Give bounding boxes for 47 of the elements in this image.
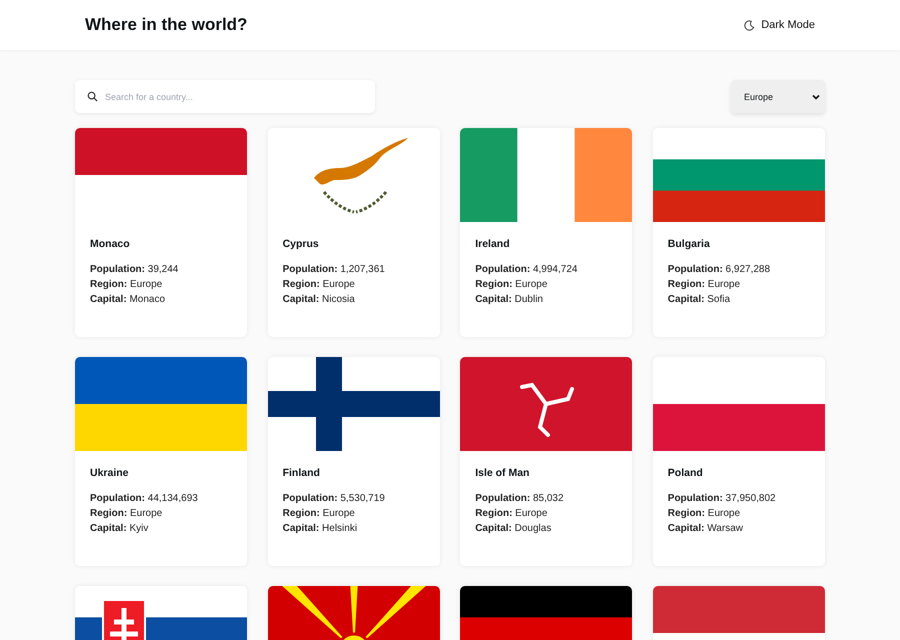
capital-text: Capital: Douglas	[475, 522, 552, 536]
site-title: Where in the world?	[85, 15, 248, 35]
country-card[interactable]: Finland Population: 5,530,719 Region: Europe Capital: Helsinki	[268, 357, 440, 566]
country-card[interactable]: Monaco Population: 39,244 Region: Europe Capital: Monaco	[75, 128, 247, 337]
country-card[interactable]: Isle of Man Population: 85,032 Region: Europe Capital: Douglas	[460, 357, 632, 566]
dark-mode-toggle[interactable]: Dark Mode	[744, 17, 815, 33]
moon-icon	[744, 20, 756, 30]
capital-text: Capital: Sofia	[668, 293, 732, 307]
region-text: Region: Europe	[475, 278, 548, 292]
region-text: Region: Europe	[668, 507, 742, 521]
population-text: Population: 39,244	[90, 263, 180, 277]
country-card[interactable]: Poland Population: 37,950,802 Region: Europe Capital: Warsaw	[652, 357, 825, 566]
search-icon	[87, 91, 98, 102]
country-name: Cyprus	[282, 238, 320, 250]
country-name: Monaco	[90, 238, 131, 250]
population-text: Population: 37,950,802	[668, 492, 777, 506]
capital-text: Capital: Warsaw	[668, 522, 744, 536]
search-field[interactable]: Search for a country...	[75, 80, 375, 113]
country-card[interactable]: Ireland Population: 4,994,724 Region: Europe Capital: Dublin	[460, 128, 632, 337]
population-text: Population: 4,994,724	[475, 263, 578, 277]
population-text: Population: 85,032	[475, 492, 565, 506]
capital-text: Capital: Nicosia	[282, 293, 356, 307]
country-name: Ukraine	[90, 467, 130, 479]
country-name: Poland	[668, 467, 704, 479]
population-text: Population: 44,134,693	[90, 492, 199, 506]
country-card[interactable]: Ukraine Population: 44,134,693 Region: Europe Capital: Kyiv	[75, 357, 247, 566]
population-text: Population: 6,927,288	[668, 263, 772, 277]
region-text: Region: Europe	[475, 507, 548, 521]
region-text: Region: Europe	[282, 278, 356, 292]
country-name: Finland	[282, 467, 321, 479]
capital-text: Capital: Dublin	[475, 293, 544, 307]
capital-text: Capital: Kyiv	[90, 522, 150, 536]
capital-text: Capital: Monaco	[90, 293, 166, 307]
region-text: Region: Europe	[90, 507, 164, 521]
country-card[interactable]: Cyprus Population: 1,207,361 Region: Europe Capital: Nicosia	[268, 128, 440, 337]
region-dropdown[interactable]: Europe	[731, 80, 825, 113]
country-name: Isle of Man	[475, 467, 530, 479]
population-text: Population: 1,207,361	[282, 263, 386, 277]
country-name: Bulgaria	[668, 238, 711, 250]
region-text: Region: Europe	[90, 278, 164, 292]
chevron-down-icon	[812, 94, 820, 100]
population-text: Population: 5,530,719	[282, 492, 386, 506]
capital-text: Capital: Helsinki	[282, 522, 358, 536]
country-card[interactable]: Bulgaria Population: 6,927,288 Region: Europe Capital: Sofia	[652, 128, 825, 337]
region-text: Region: Europe	[668, 278, 742, 292]
region-text: Region: Europe	[282, 507, 356, 521]
country-name: Ireland	[475, 238, 511, 250]
